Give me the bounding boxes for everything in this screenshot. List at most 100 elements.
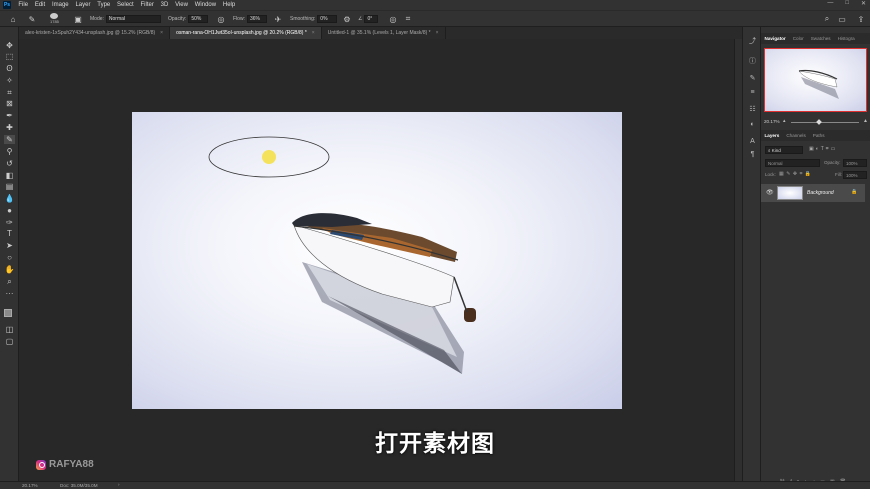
smoothing-options-gear-icon[interactable]: ⚙ bbox=[342, 14, 352, 24]
quick-mask-icon[interactable]: ◫ bbox=[4, 325, 15, 334]
frame-tool-icon[interactable]: ⊠ bbox=[4, 99, 15, 108]
hand-tool-icon[interactable]: ✋ bbox=[4, 265, 15, 274]
layer-opacity-input[interactable]: 100% bbox=[843, 159, 867, 167]
workspace-icon[interactable]: ▭ bbox=[837, 14, 847, 24]
clone-stamp-tool-icon[interactable]: ⚲ bbox=[4, 147, 15, 156]
paragraph-icon[interactable]: ¶ bbox=[748, 150, 757, 159]
eraser-tool-icon[interactable]: ◧ bbox=[4, 171, 15, 180]
vertical-scrollbar[interactable] bbox=[734, 39, 742, 481]
eyedropper-tool-icon[interactable]: ✒ bbox=[4, 111, 15, 120]
zoom-tool-icon[interactable]: ⌕ bbox=[4, 277, 15, 286]
tab-channels[interactable]: Channels bbox=[783, 133, 809, 138]
pressure-size-icon[interactable]: ◎ bbox=[388, 14, 398, 24]
status-menu-arrow-icon[interactable]: › bbox=[118, 482, 120, 487]
crop-tool-icon[interactable]: ⌗ bbox=[4, 88, 15, 97]
menu-edit[interactable]: Edit bbox=[31, 2, 48, 8]
tab-document-3[interactable]: Untitled-1 @ 35.1% (Levels 1, Layer Mask… bbox=[322, 27, 446, 39]
type-tool-icon[interactable]: T bbox=[4, 229, 15, 238]
motor-shaft bbox=[453, 276, 468, 313]
tab-document-2[interactable]: osman-rana-OH1Jwt35oI-unsplash.jpg @ 20.… bbox=[170, 27, 322, 39]
brush-preset-picker[interactable]: 1785 bbox=[50, 13, 59, 24]
navigator-zoom-slider[interactable] bbox=[791, 122, 859, 123]
brush-tool-active-icon[interactable]: ✎ bbox=[4, 135, 15, 144]
marquee-tool-icon[interactable]: ⬚ bbox=[4, 52, 15, 61]
watermark: RAFYA88 bbox=[36, 459, 94, 470]
close-window-button[interactable]: ✕ bbox=[861, 0, 866, 7]
minimize-button[interactable]: — bbox=[827, 0, 833, 7]
lasso-tool-icon[interactable]: ʘ bbox=[4, 64, 15, 73]
tab-layers[interactable]: Layers bbox=[761, 133, 783, 138]
status-zoom[interactable]: 20.17% bbox=[22, 483, 38, 488]
layer-filter-kind-label: Kind bbox=[771, 147, 781, 153]
menu-view[interactable]: View bbox=[172, 2, 192, 8]
layer-filter-kind[interactable]: ⌕ Kind bbox=[765, 146, 803, 154]
libraries-icon[interactable]: ☷ bbox=[748, 105, 757, 114]
home-icon[interactable]: ⌂ bbox=[8, 14, 18, 24]
lock-icons[interactable]: ▦✎✥⌗🔒 bbox=[779, 171, 814, 177]
screen-mode-icon[interactable]: ▢ bbox=[4, 337, 15, 346]
tab-paths[interactable]: Paths bbox=[809, 133, 828, 138]
tab-document-1[interactable]: alex-kristen-1xSpuh2Y434-unsplash.jpg @ … bbox=[19, 27, 171, 39]
path-selection-tool-icon[interactable]: ➤ bbox=[4, 241, 15, 250]
tab-color[interactable]: Color bbox=[789, 36, 807, 41]
instagram-icon bbox=[36, 459, 46, 470]
smoothing-input[interactable]: 0% bbox=[317, 15, 338, 23]
ellipse-tool-icon[interactable]: ○ bbox=[4, 253, 15, 262]
airbrush-icon[interactable]: ✈ bbox=[273, 14, 283, 24]
dodge-tool-icon[interactable]: ● bbox=[4, 206, 15, 215]
history-icon[interactable]: ⤴ bbox=[748, 37, 757, 46]
color-icon[interactable]: ◐ bbox=[748, 120, 757, 129]
brush-settings-icon[interactable]: ▣ bbox=[73, 14, 83, 24]
tab-close-icon[interactable]: × bbox=[436, 30, 439, 36]
tab-close-icon[interactable]: × bbox=[312, 30, 315, 36]
menu-image[interactable]: Image bbox=[49, 2, 72, 8]
move-tool-icon[interactable]: ✥ bbox=[4, 41, 15, 50]
navigator-zoom-value[interactable]: 20.17% bbox=[764, 119, 780, 124]
menu-filter[interactable]: Filter bbox=[137, 2, 157, 8]
layer-filter-icons[interactable]: ▣◐T⌗▭ bbox=[809, 146, 837, 152]
flow-input[interactable]: 36% bbox=[246, 15, 267, 23]
menu-window[interactable]: Window bbox=[191, 2, 219, 8]
info-icon[interactable]: ⓘ bbox=[748, 57, 757, 66]
opacity-input[interactable]: 50% bbox=[188, 15, 209, 23]
pressure-opacity-icon[interactable]: ◎ bbox=[216, 14, 226, 24]
maximize-button[interactable]: □ bbox=[845, 0, 849, 7]
gradient-tool-icon[interactable]: ▤ bbox=[4, 182, 15, 191]
angle-input[interactable]: 0° bbox=[364, 15, 379, 23]
menu-select[interactable]: Select bbox=[114, 2, 137, 8]
pen-tool-icon[interactable]: ✑ bbox=[4, 218, 15, 227]
visibility-eye-icon[interactable]: 👁 bbox=[766, 189, 774, 196]
document-canvas-image[interactable] bbox=[132, 112, 622, 409]
navigator-thumbnail[interactable] bbox=[764, 48, 867, 112]
zoom-slider-handle[interactable] bbox=[816, 119, 822, 125]
history-brush-tool-icon[interactable]: ↺ bbox=[4, 159, 15, 168]
foreground-color-swatch[interactable] bbox=[4, 309, 12, 317]
adjustments-icon[interactable]: ≡ bbox=[748, 88, 757, 97]
menu-help[interactable]: Help bbox=[220, 2, 239, 8]
menu-type[interactable]: Type bbox=[94, 2, 114, 8]
mode-select[interactable]: Normal bbox=[105, 15, 161, 23]
more-tools-icon[interactable]: ··· bbox=[4, 289, 15, 298]
character-icon[interactable]: A bbox=[748, 137, 757, 146]
tab-swatches[interactable]: Swatches bbox=[807, 36, 834, 41]
brushes-icon[interactable]: ✎ bbox=[748, 74, 757, 83]
fill-input[interactable]: 100% bbox=[843, 171, 867, 179]
tab-navigator[interactable]: Navigator bbox=[761, 36, 789, 41]
search-icon[interactable]: ⌕ bbox=[822, 14, 832, 24]
tab-label: alex-kristen-1xSpuh2Y434-unsplash.jpg @ … bbox=[25, 30, 156, 36]
healing-brush-tool-icon[interactable]: ✚ bbox=[4, 123, 15, 132]
quick-select-tool-icon[interactable]: ✧ bbox=[4, 76, 15, 85]
layer-row-background[interactable]: 👁 Background 🔒 bbox=[761, 184, 865, 202]
menu-3d[interactable]: 3D bbox=[157, 2, 171, 8]
zoom-in-icon[interactable]: ▲ bbox=[863, 118, 868, 124]
zoom-out-icon[interactable]: ▴ bbox=[783, 118, 786, 124]
share-icon[interactable]: ⇪ bbox=[856, 14, 866, 24]
tab-histogram[interactable]: Histogra bbox=[834, 36, 858, 41]
blur-tool-icon[interactable]: 💧 bbox=[4, 194, 15, 203]
symmetry-icon[interactable]: ⌗ bbox=[403, 14, 413, 24]
brush-tool-icon[interactable]: ✎ bbox=[27, 14, 37, 24]
menu-layer[interactable]: Layer bbox=[72, 2, 94, 8]
menu-file[interactable]: File bbox=[15, 2, 31, 8]
tab-close-icon[interactable]: × bbox=[160, 30, 163, 36]
blend-mode-select[interactable]: Normal bbox=[765, 159, 820, 167]
